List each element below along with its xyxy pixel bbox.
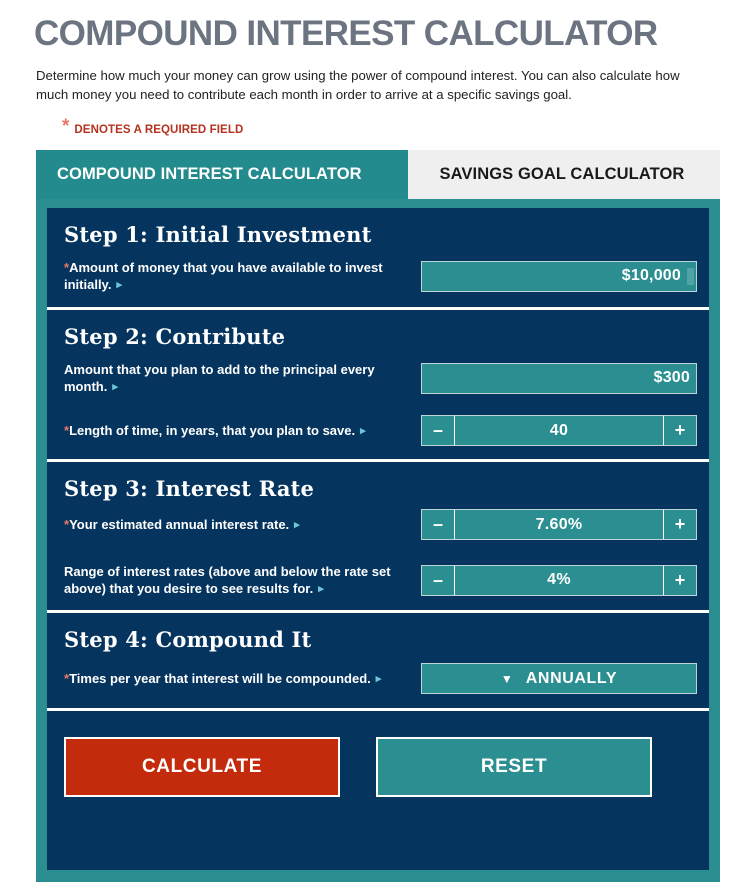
decrement-button[interactable]: –: [422, 565, 455, 595]
help-arrow-icon[interactable]: ▸: [116, 280, 122, 291]
help-arrow-icon[interactable]: ▸: [294, 520, 300, 531]
step-2-title: Step 2: Contribute: [64, 324, 286, 349]
compound-frequency-value: ANNUALLY: [525, 669, 618, 687]
step-3-interest-rate: Step 3: Interest Rate *Your estimated an…: [47, 462, 709, 610]
compound-frequency-select[interactable]: ▼ ANNUALLY: [421, 663, 697, 694]
page-title: COMPOUND INTEREST CALCULATOR: [34, 14, 658, 53]
calculate-button[interactable]: CALCULATE: [64, 737, 340, 797]
label-text: Length of time, in years, that you plan …: [69, 423, 356, 438]
text-caret: [687, 267, 694, 285]
years-to-save-stepper[interactable]: – 40 +: [421, 415, 697, 446]
step-1-initial-investment: Step 1: Initial Investment *Amount of mo…: [47, 208, 709, 307]
step-3-row-1: *Your estimated annual interest rate. ▸ –…: [64, 509, 697, 540]
step-2-contribute: Step 2: Contribute Amount that you plan …: [47, 310, 709, 459]
label-text: Range of interest rates (above and below…: [64, 564, 391, 596]
years-to-save-value: 40: [549, 421, 569, 439]
action-buttons: CALCULATE RESET: [47, 711, 709, 797]
tab-savings-goal-calculator[interactable]: SAVINGS GOAL CALCULATOR: [408, 150, 720, 199]
step-4-compound-it: Step 4: Compound It *Times per year that…: [47, 613, 709, 708]
page-description: Determine how much your money can grow u…: [36, 68, 680, 102]
monthly-contribution-label: Amount that you plan to add to the princ…: [64, 361, 409, 395]
annual-interest-rate-value: 7.60%: [535, 515, 583, 533]
calculator-panel: Step 1: Initial Investment *Amount of mo…: [47, 208, 709, 870]
label-text: Your estimated annual interest rate.: [69, 517, 290, 532]
initial-investment-label: *Amount of money that you have available…: [64, 259, 409, 293]
step-2-row-2: *Length of time, in years, that you plan…: [64, 415, 697, 446]
decrement-button[interactable]: –: [422, 416, 455, 445]
chevron-down-icon: ▼: [500, 671, 513, 686]
calculator-page: COMPOUND INTEREST CALCULATOR Determine h…: [0, 0, 752, 882]
interest-rate-range-stepper[interactable]: – 4% +: [421, 564, 697, 596]
compound-frequency-label: *Times per year that interest will be co…: [64, 670, 409, 687]
step-1-row-1: *Amount of money that you have available…: [64, 259, 697, 293]
label-text: Times per year that interest will be com…: [69, 671, 371, 686]
tab-compound-interest-calculator[interactable]: COMPOUND INTEREST CALCULATOR: [36, 150, 408, 199]
annual-interest-rate-label: *Your estimated annual interest rate. ▸: [64, 516, 409, 533]
increment-button[interactable]: +: [663, 565, 696, 595]
help-arrow-icon[interactable]: ▸: [112, 382, 118, 393]
monthly-contribution-value: $300: [653, 369, 690, 386]
label-text: Amount of money that you have available …: [64, 260, 383, 292]
asterisk-icon: *: [62, 116, 70, 137]
step-4-title: Step 4: Compound It: [64, 627, 312, 652]
calculator-card: Step 1: Initial Investment *Amount of mo…: [36, 199, 720, 882]
step-2-row-1: Amount that you plan to add to the princ…: [64, 361, 697, 395]
help-arrow-icon[interactable]: ▸: [360, 426, 366, 437]
step-3-title: Step 3: Interest Rate: [64, 476, 315, 501]
years-to-save-label: *Length of time, in years, that you plan…: [64, 422, 409, 439]
calculator-tabs: COMPOUND INTEREST CALCULATOR SAVINGS GOA…: [36, 150, 720, 199]
interest-rate-range-label: Range of interest rates (above and below…: [64, 563, 409, 597]
reset-button[interactable]: RESET: [376, 737, 652, 797]
help-arrow-icon[interactable]: ▸: [318, 584, 324, 595]
step-1-title: Step 1: Initial Investment: [64, 222, 372, 247]
interest-rate-range-value: 4%: [547, 571, 571, 588]
step-3-row-2: Range of interest rates (above and below…: [64, 563, 697, 597]
initial-investment-input[interactable]: $10,000: [421, 260, 697, 292]
help-arrow-icon[interactable]: ▸: [376, 674, 382, 685]
monthly-contribution-input[interactable]: $300: [421, 362, 697, 394]
step-4-row-1: *Times per year that interest will be co…: [64, 663, 697, 694]
annual-interest-rate-stepper[interactable]: – 7.60% +: [421, 509, 697, 540]
increment-button[interactable]: +: [663, 416, 696, 445]
initial-investment-value: $10,000: [621, 267, 681, 284]
required-field-note: * DENOTES A REQUIRED FIELD: [62, 116, 244, 138]
required-field-label: DENOTES A REQUIRED FIELD: [74, 124, 244, 136]
label-text: Amount that you plan to add to the princ…: [64, 362, 375, 394]
increment-button[interactable]: +: [663, 510, 696, 539]
decrement-button[interactable]: –: [422, 510, 455, 539]
